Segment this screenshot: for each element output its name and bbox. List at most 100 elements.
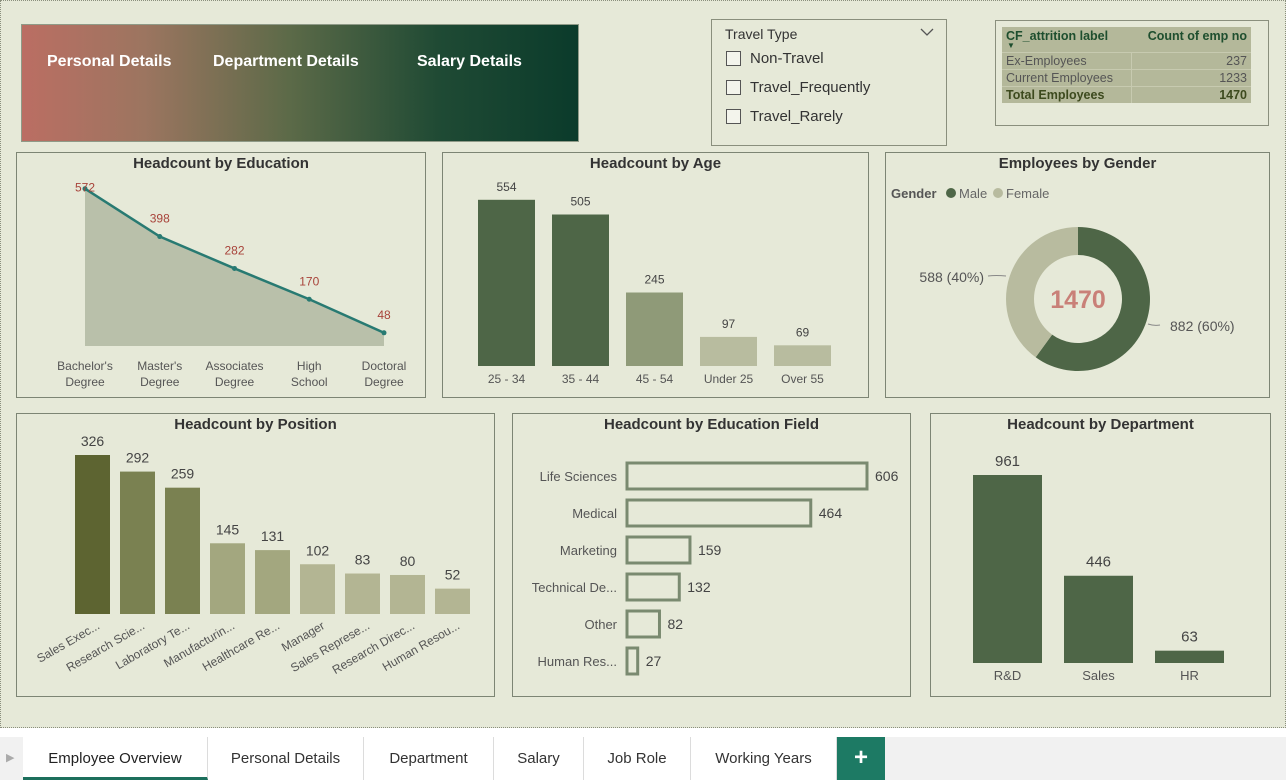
add-page-button[interactable]: +	[837, 737, 885, 780]
row-label: Ex-Employees	[1002, 52, 1132, 70]
bar	[345, 573, 380, 614]
bar	[120, 471, 155, 614]
column-header-label[interactable]: CF_attrition label ▼	[1002, 27, 1131, 53]
x-tick-label: Degree	[364, 375, 404, 389]
bar	[700, 336, 757, 366]
row-value: 237	[1130, 52, 1251, 70]
bar	[774, 345, 831, 366]
legend-title: Gender	[891, 186, 937, 201]
nav-salary-details[interactable]: Salary Details	[417, 53, 522, 71]
tab-working-years[interactable]: Working Years	[691, 737, 837, 780]
checkbox[interactable]	[726, 51, 741, 66]
bar	[165, 487, 200, 614]
data-label: 961	[995, 453, 1020, 470]
sort-desc-icon[interactable]: ▼	[1007, 41, 1015, 50]
slicer-option-travel-frequently[interactable]: Travel_Frequently	[726, 79, 870, 96]
travel-type-slicer: Travel Type Non-Travel Travel_Frequently…	[711, 19, 947, 146]
x-tick-label: Under 25	[704, 372, 754, 386]
total-row: Total Employees 1470	[1002, 86, 1251, 103]
y-tick-label: Medical	[572, 506, 617, 521]
tab-job-role[interactable]: Job Role	[584, 737, 691, 780]
table-row: Current Employees 1233	[1002, 69, 1251, 87]
age-bar-chart: 554 25 - 34 505 35 - 44 245 45 - 54 97 Under 25…	[478, 180, 831, 386]
data-label: 446	[1086, 554, 1111, 571]
y-tick-label: Human Res...	[538, 654, 617, 669]
bar	[625, 535, 692, 565]
bar	[300, 564, 335, 614]
data-label: 63	[1181, 629, 1198, 646]
tab-personal-details[interactable]: Personal Details	[208, 737, 364, 780]
legend-label: Female	[1006, 186, 1049, 201]
bar	[1155, 650, 1224, 663]
data-label: 159	[698, 542, 722, 558]
slicer-title: Travel Type	[725, 26, 798, 42]
data-label: 48	[377, 308, 391, 322]
age-chart-panel: Headcount by Age 554 25 - 34 505 35 - 44 245…	[442, 152, 869, 398]
x-tick-label: Degree	[65, 375, 105, 389]
bar	[478, 199, 535, 366]
education-area-chart: 572 Bachelor's Degree 398 Master's Degree 282 A…	[57, 181, 407, 389]
x-tick-label: Doctoral	[362, 359, 407, 373]
row-value: 1470	[1130, 86, 1251, 103]
bar	[625, 498, 813, 528]
slicer-option-non-travel[interactable]: Non-Travel	[726, 50, 824, 67]
data-point	[306, 296, 312, 302]
leader-line	[1147, 323, 1161, 326]
education-chart-panel: Headcount by Education 572 Bachelor's Degr…	[16, 152, 426, 398]
data-label: 132	[687, 579, 711, 595]
data-point	[232, 265, 237, 271]
x-tick-label: 45 - 54	[636, 372, 674, 386]
x-tick-label: Associates	[205, 359, 263, 373]
data-label: 282	[224, 243, 244, 257]
bar	[625, 572, 681, 602]
nav-department-details[interactable]: Department Details	[213, 53, 359, 71]
data-label: 145	[216, 521, 240, 537]
bar	[625, 461, 869, 491]
data-label: 102	[306, 542, 330, 558]
data-label: 398	[150, 212, 170, 226]
bar	[210, 543, 245, 614]
tab-department[interactable]: Department	[364, 737, 494, 780]
column-header-count[interactable]: Count of emp no	[1131, 27, 1251, 53]
position-chart-panel: Headcount by Position 326 Sales Exec... 29…	[16, 413, 495, 697]
data-label: 69	[796, 325, 810, 339]
gender-chart-panel: Employees by Gender Gender Male Female 1470…	[885, 152, 1270, 398]
tab-employee-overview[interactable]: Employee Overview	[23, 737, 208, 780]
bar	[75, 455, 110, 614]
x-tick-label: School	[291, 375, 328, 389]
bar	[390, 574, 425, 614]
page-tabs: ▶ Employee Overview Personal Details Dep…	[0, 737, 1286, 780]
slicer-option-travel-rarely[interactable]: Travel_Rarely	[726, 108, 843, 125]
checkbox[interactable]	[726, 109, 741, 124]
data-label: 505	[570, 195, 590, 209]
bar	[1064, 575, 1133, 663]
option-label: Travel_Frequently	[750, 79, 871, 96]
y-tick-label: Life Sciences	[540, 469, 618, 484]
data-label: 882 (60%)	[1170, 318, 1235, 334]
data-label: 554	[496, 180, 516, 194]
leader-line	[987, 275, 1007, 277]
x-tick-label: Degree	[215, 375, 255, 389]
bar	[625, 609, 661, 639]
nav-personal-details[interactable]: Personal Details	[47, 53, 172, 71]
y-tick-label: Marketing	[560, 543, 617, 558]
data-label: 606	[875, 468, 899, 484]
x-tick-label: 25 - 34	[488, 372, 526, 386]
position-bar-chart: 326Sales Exec...292Research Scie...259La…	[34, 433, 470, 677]
option-label: Travel_Rarely	[750, 108, 843, 125]
data-label: 80	[400, 553, 416, 569]
data-label: 259	[171, 466, 195, 482]
x-tick-label: 35 - 44	[562, 372, 600, 386]
center-total: 1470	[1050, 286, 1106, 314]
attrition-table: CF_attrition label ▼ Count of emp no Ex-E…	[995, 20, 1269, 126]
nav-banner: Personal Details Department Details Sala…	[21, 24, 579, 142]
row-label: Total Employees	[1002, 86, 1132, 103]
chevron-down-icon[interactable]	[920, 26, 934, 40]
row-label: Current Employees	[1002, 69, 1132, 87]
data-label: 292	[126, 450, 150, 466]
education-field-bar-chart: 606 Life Sciences 464 Medical 159 Marketing 13…	[532, 461, 899, 676]
tab-salary[interactable]: Salary	[494, 737, 584, 780]
bar	[552, 214, 609, 366]
checkbox[interactable]	[726, 80, 741, 95]
scroll-left-icon[interactable]: ▶	[6, 751, 14, 764]
